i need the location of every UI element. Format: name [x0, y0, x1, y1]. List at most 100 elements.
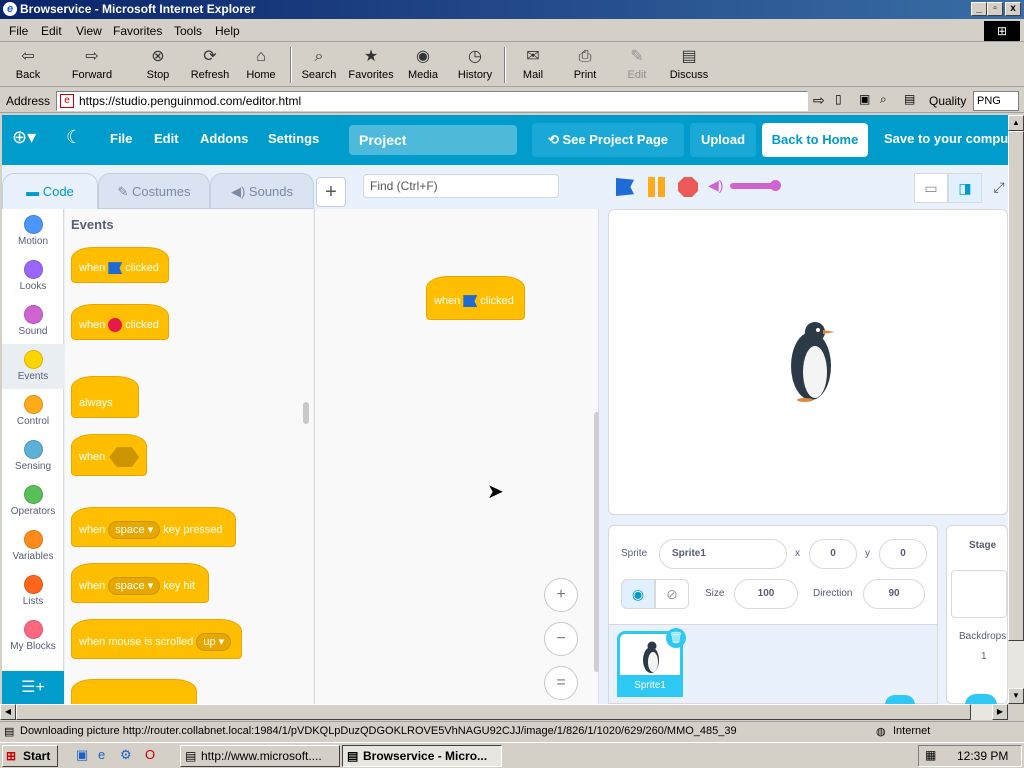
zoom-out-button[interactable]: −: [544, 622, 578, 656]
key-dropdown[interactable]: space ▾: [108, 521, 161, 540]
menu-tools[interactable]: Tools: [174, 24, 202, 38]
category-events[interactable]: Events: [2, 344, 64, 389]
print-button[interactable]: ⎙ Print: [559, 45, 611, 85]
back-to-home-button[interactable]: Back to Home: [762, 123, 868, 157]
sprite-thumbnail[interactable]: Sprite1 🗑: [617, 628, 686, 697]
x-input[interactable]: 0: [809, 539, 857, 569]
bookmark-icon[interactable]: ▯: [835, 92, 842, 106]
go-arrow-icon[interactable]: ⇨: [813, 92, 825, 109]
tab-code[interactable]: ▬ Code: [2, 173, 98, 209]
always-block[interactable]: always: [71, 376, 139, 418]
key-dropdown[interactable]: space ▾: [108, 577, 161, 596]
close-button[interactable]: x: [1005, 2, 1021, 16]
zoom-reset-button[interactable]: =: [544, 666, 578, 700]
start-button[interactable]: ⊞ Start: [2, 745, 58, 767]
tab-sounds[interactable]: ◀) Sounds: [210, 173, 314, 209]
minimize-button[interactable]: _: [971, 2, 987, 16]
stage-selector[interactable]: Stage Backdrops 1: [946, 525, 1008, 704]
refresh-button[interactable]: ⟳ Refresh: [184, 45, 236, 85]
history-button[interactable]: ◷ History: [449, 45, 501, 85]
when-key-hit-block[interactable]: when space ▾ key hit: [71, 563, 209, 603]
search-button[interactable]: ⌕ Search: [293, 45, 345, 85]
pm-menu-settings[interactable]: Settings: [268, 131, 319, 146]
direction-input[interactable]: 90: [863, 579, 925, 609]
menu-file[interactable]: File: [9, 24, 28, 38]
stage[interactable]: [608, 209, 1008, 515]
media-button[interactable]: ◉ Media: [397, 45, 449, 85]
category-lists[interactable]: Lists: [2, 569, 64, 614]
when-flag-clicked-block[interactable]: when clicked: [71, 247, 169, 283]
stop-button[interactable]: ⊗ Stop: [132, 45, 184, 85]
menu-favorites[interactable]: Favorites: [113, 24, 162, 38]
volume-slider-knob[interactable]: [770, 180, 781, 191]
add-extension-button[interactable]: +: [316, 177, 346, 207]
category-sensing[interactable]: Sensing: [2, 434, 64, 479]
category-operators[interactable]: Operators: [2, 479, 64, 524]
workspace-when-flag-clicked-block[interactable]: when clicked: [426, 276, 525, 320]
see-project-page-button[interactable]: ⟲ See Project Page: [532, 123, 684, 157]
quicklaunch-desktop-icon[interactable]: ▣: [76, 747, 88, 763]
address-input[interactable]: e https://studio.penguinmod.com/editor.h…: [56, 91, 808, 111]
upload-button[interactable]: Upload: [690, 123, 756, 157]
size-input[interactable]: 100: [734, 579, 798, 609]
tab-costumes[interactable]: ✎ Costumes: [98, 173, 210, 209]
vertical-scroll-thumb[interactable]: [1008, 131, 1024, 641]
category-sound[interactable]: Sound: [2, 299, 64, 344]
pm-menu-addons[interactable]: Addons: [200, 131, 248, 146]
tray-network-icon[interactable]: ▦: [925, 748, 936, 762]
task-ie-microsoft[interactable]: ▤ http://www.microsoft....: [180, 745, 340, 767]
code-workspace[interactable]: when clicked ➤ + − =: [314, 209, 599, 704]
quicklaunch-opera-icon[interactable]: O: [145, 747, 155, 762]
normal-stage-icon[interactable]: ◨: [948, 173, 982, 203]
language-globe-icon[interactable]: ⊕▾: [12, 127, 36, 148]
workspace-scrollbar[interactable]: [594, 412, 599, 672]
zoom-out-icon[interactable]: ▣: [859, 92, 870, 106]
edit-button[interactable]: ✎ Edit: [611, 45, 663, 85]
maximize-button[interactable]: ▫: [987, 2, 1003, 16]
when-stop-clicked-block[interactable]: when clicked: [71, 304, 169, 340]
palette-scrollbar[interactable]: [303, 402, 309, 424]
stage-thumbnail[interactable]: [951, 570, 1007, 618]
category-control[interactable]: Control: [2, 389, 64, 434]
category-variables[interactable]: Variables: [2, 524, 64, 569]
when-mouse-scrolled-block[interactable]: when mouse is scrolled up ▾: [71, 619, 242, 659]
project-title-input[interactable]: Project: [349, 125, 517, 155]
window-title-bar[interactable]: e Browservice - Microsoft Internet Explo…: [0, 0, 1024, 19]
quality-select[interactable]: PNG: [973, 91, 1019, 111]
choose-backdrop-button[interactable]: [965, 694, 997, 704]
vertical-scrollbar[interactable]: ▲ ▼: [1008, 115, 1024, 704]
choose-sprite-button[interactable]: [885, 695, 915, 704]
stop-sign-icon[interactable]: [678, 177, 698, 197]
clipboard-icon[interactable]: ▤: [904, 92, 915, 106]
mail-button[interactable]: ✉ Mail: [507, 45, 559, 85]
pause-icon[interactable]: [648, 177, 655, 197]
zoom-in-button[interactable]: +: [544, 578, 578, 612]
horizontal-scrollbar[interactable]: ◀ ▶: [0, 704, 1008, 720]
horizontal-scroll-thumb[interactable]: [16, 704, 971, 720]
condition-slot[interactable]: [109, 447, 140, 468]
hide-sprite-icon[interactable]: ⊘: [655, 579, 689, 609]
when-condition-block[interactable]: when: [71, 434, 147, 476]
scroll-left-icon[interactable]: ◀: [0, 704, 16, 720]
forward-button[interactable]: ⇨ Forward: [66, 45, 118, 85]
task-browservice[interactable]: ▤ Browservice - Micro...: [342, 745, 502, 767]
delete-sprite-icon[interactable]: 🗑: [666, 628, 686, 648]
quicklaunch-ie-icon[interactable]: e: [98, 747, 105, 762]
favorites-button[interactable]: ★ Favorites: [345, 45, 397, 85]
penguin-sprite[interactable]: [787, 320, 837, 402]
partial-block[interactable]: [71, 679, 197, 704]
add-extension-icon[interactable]: ☰+: [2, 671, 64, 704]
scroll-right-icon[interactable]: ▶: [992, 704, 1008, 720]
home-button[interactable]: ⌂ Home: [235, 45, 287, 85]
pm-menu-file[interactable]: File: [110, 131, 132, 146]
scroll-direction-dropdown[interactable]: up ▾: [196, 633, 232, 652]
back-button[interactable]: ⇦ Back: [2, 45, 54, 85]
find-icon[interactable]: ⌕: [880, 92, 887, 107]
menu-view[interactable]: View: [76, 24, 102, 38]
green-flag-icon[interactable]: [616, 178, 634, 196]
scroll-up-icon[interactable]: ▲: [1008, 115, 1024, 131]
pm-menu-edit[interactable]: Edit: [154, 131, 179, 146]
category-motion[interactable]: Motion: [2, 209, 64, 254]
save-to-computer-button[interactable]: Save to your computer: [884, 131, 1008, 146]
show-sprite-icon[interactable]: ◉: [621, 579, 655, 609]
